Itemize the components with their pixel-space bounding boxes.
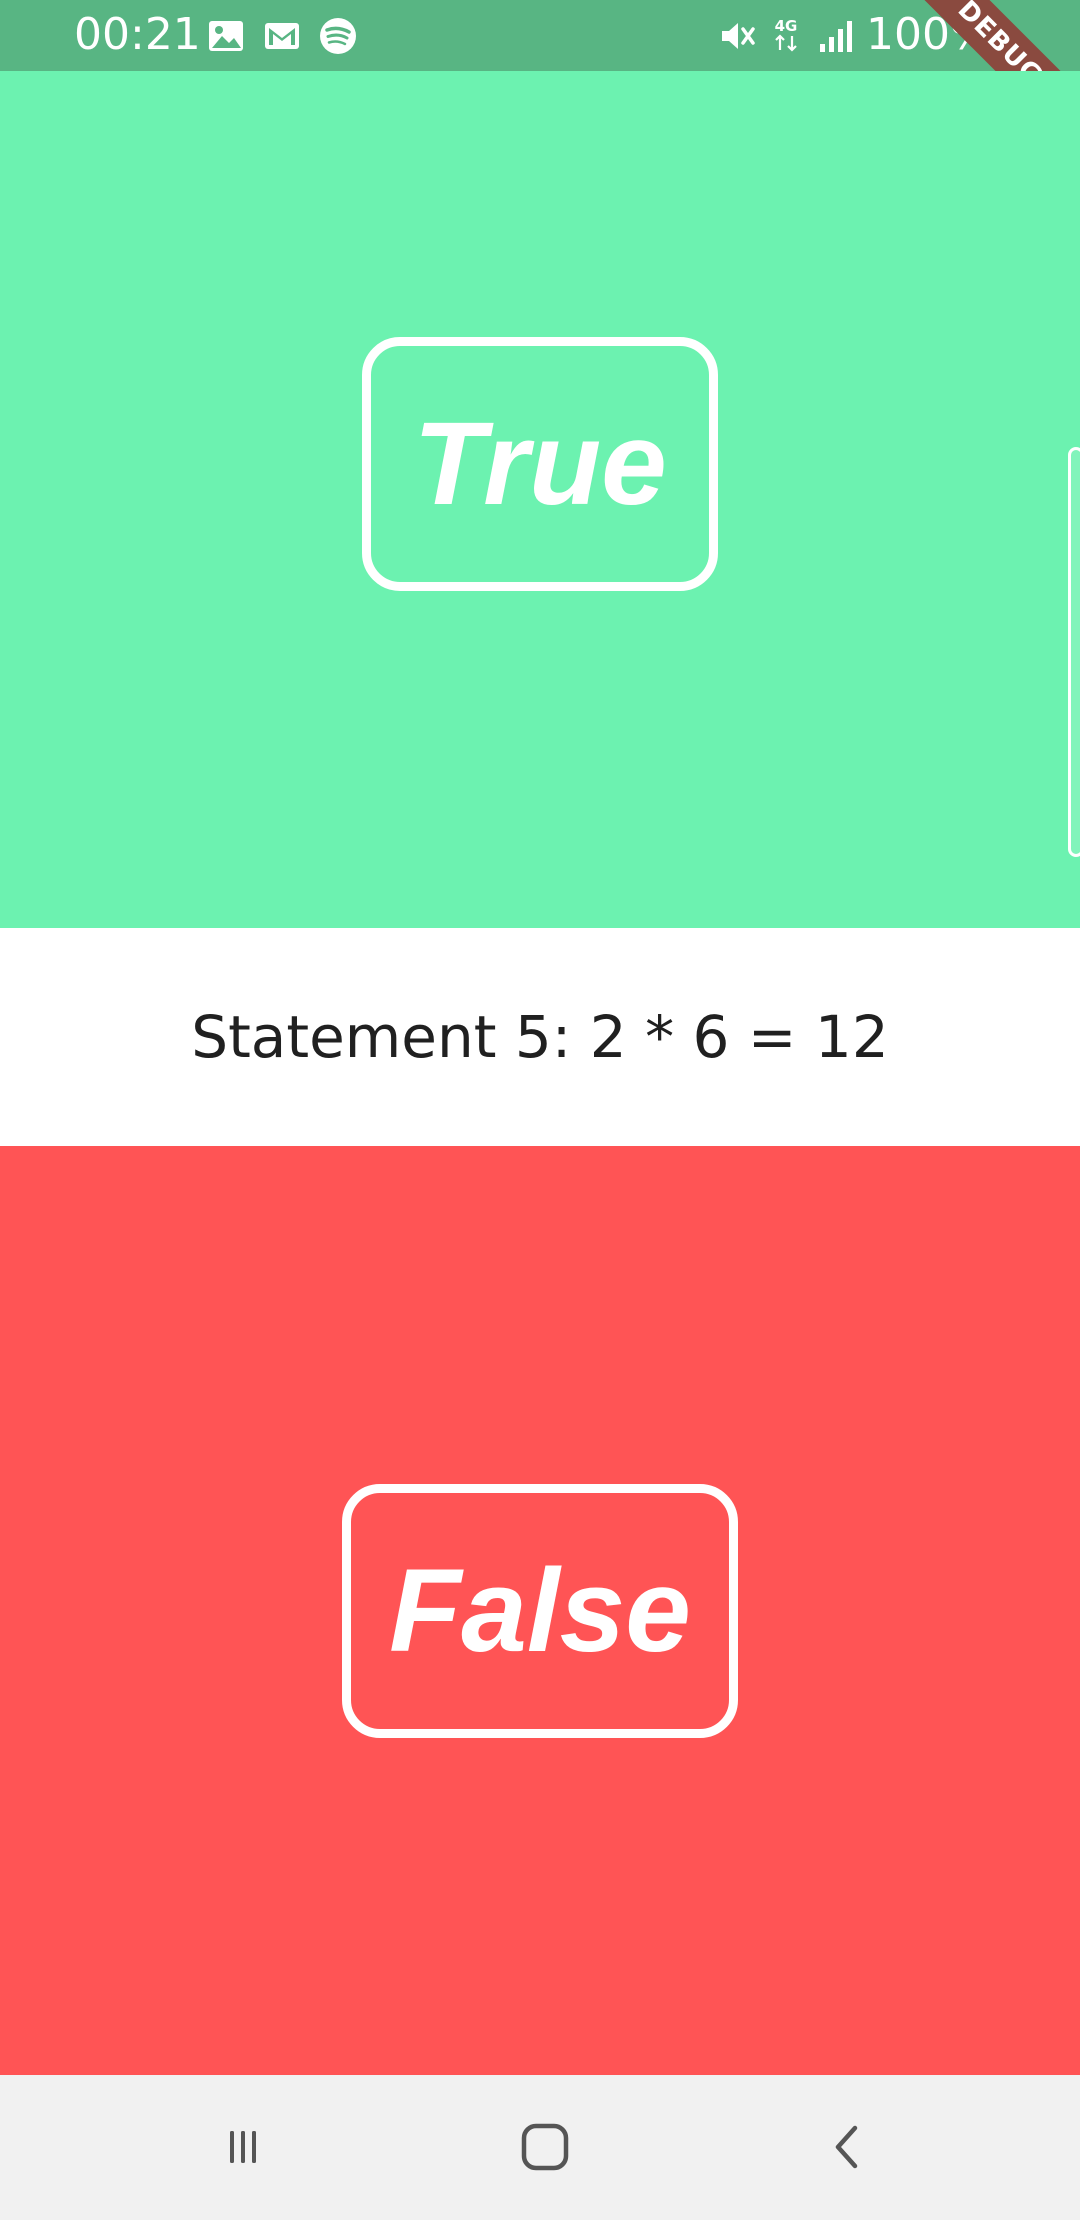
edge-panel-handle[interactable] [1068,447,1080,857]
mute-icon [718,16,758,56]
gallery-icon [206,16,246,56]
4g-icon: 4G [766,16,806,56]
statement-area: Statement 5: 2 * 6 = 12 [0,928,1080,1146]
status-bar: 00:21 4G 100% DEBUG [0,0,1080,166]
false-panel[interactable]: False [0,1146,1080,2075]
true-panel[interactable]: True [0,71,1080,928]
spotify-icon [318,16,358,56]
statement-text: Statement 5: 2 * 6 = 12 [191,1003,889,1071]
status-time: 00:21 [74,9,201,60]
home-icon [521,2123,569,2171]
navigation-bar [0,2075,1080,2220]
false-button[interactable]: False [342,1484,738,1738]
gmail-icon [262,16,302,56]
recent-apps-button[interactable] [203,2107,283,2187]
recent-apps-icon [230,2131,256,2163]
back-icon [835,2125,858,2169]
true-button[interactable]: True [362,337,718,591]
app-screen: 00:21 4G 100% DEBUG True Statement 5: 2 … [0,0,1080,2220]
home-button[interactable] [505,2107,585,2187]
back-button[interactable] [808,2107,888,2187]
svg-text:4G: 4G [775,17,798,35]
signal-icon [816,16,856,56]
